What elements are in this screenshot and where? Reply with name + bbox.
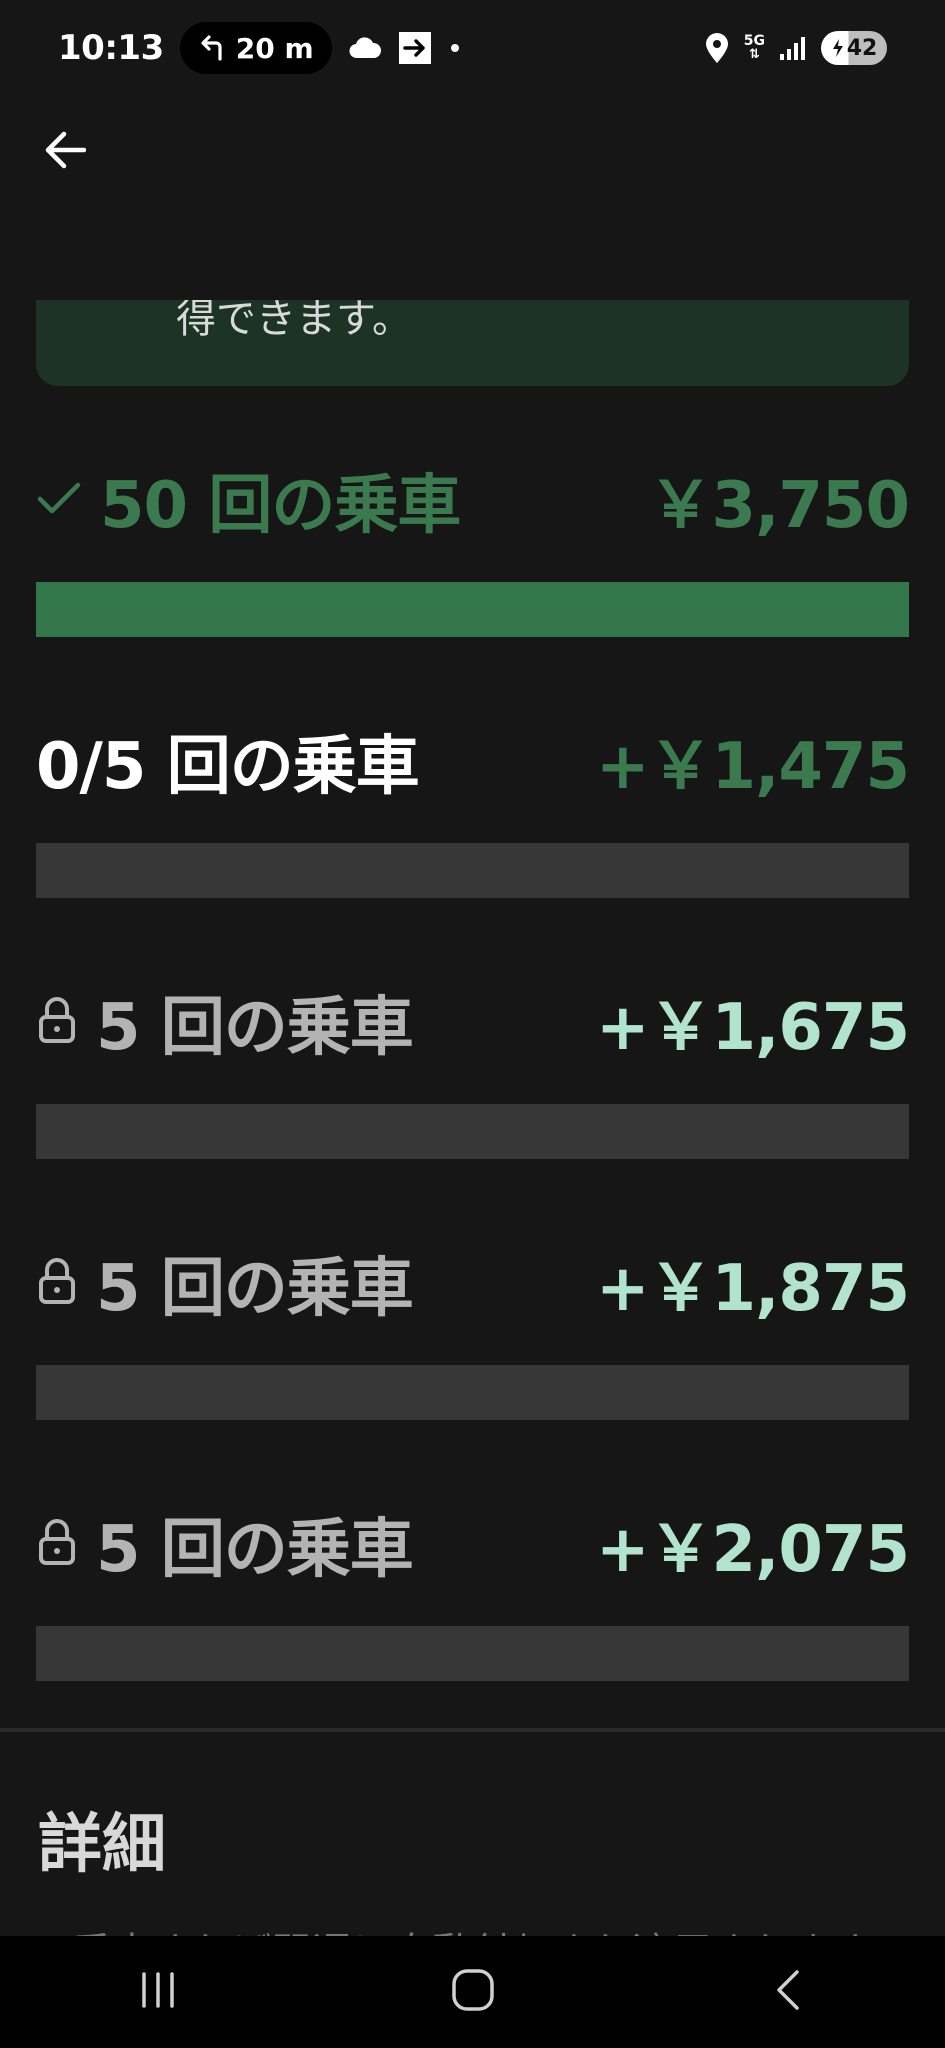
recent-apps-icon [138,1972,178,2012]
battery-level: 42 [846,35,878,61]
tier-row: 5 回の乗車 +￥1,675 [36,982,910,1065]
progress-bar [36,1626,909,1681]
tier-left: 5 回の乗車 [36,1237,414,1329]
navigation-distance: 20 m [235,31,314,65]
progress-bar [36,582,909,637]
tier-locked: 5 回の乗車 +￥2,075 [36,1504,910,1681]
tier-locked: 5 回の乗車 +￥1,675 [36,982,910,1159]
details-text: 乗車すれば翌週に自動付与され適用されます [72,1920,872,1936]
tier-left: 50 回の乗車 [36,454,461,546]
status-time: 10:13 [58,28,164,68]
tier-amount: +￥1,675 [595,991,910,1065]
tiers-scroll-area[interactable]: 得できます。 50 回の乗車 ￥3,750 0/5 回の乗車 +￥1,475 5… [0,300,945,1936]
back-icon [773,1969,803,2015]
tier-label: 5 回の乗車 [96,1252,414,1326]
tier-amount: ￥3,750 [648,469,910,543]
tier-label: 50 回の乗車 [100,469,461,543]
tier-row: 5 回の乗車 +￥2,075 [36,1504,910,1587]
network-type: 5G [743,33,765,49]
system-navigation-bar [0,1936,945,2048]
location-icon [704,32,730,64]
tier-amount: +￥2,075 [595,1513,910,1587]
cast-icon [398,31,432,65]
cloud-icon [348,36,382,60]
tier-left: 0/5 回の乗車 [36,715,420,807]
tier-label: 0/5 回の乗車 [36,730,420,804]
tier-active: 0/5 回の乗車 +￥1,475 [36,721,910,898]
details-title: 詳細 [38,1808,166,1882]
progress-bar [36,843,909,898]
tier-amount: +￥1,475 [595,730,910,804]
info-card: 得できます。 [36,300,909,386]
progress-bar [36,1104,909,1159]
system-back-button[interactable] [728,1952,848,2032]
tier-row: 0/5 回の乗車 +￥1,475 [36,721,910,804]
arrow-left-icon [44,131,87,173]
tier-label: 5 回の乗車 [96,1513,414,1587]
progress-bar-fill [36,582,909,637]
tier-row: 5 回の乗車 +￥1,875 [36,1243,910,1326]
tier-left: 5 回の乗車 [36,976,414,1068]
battery-charging-icon: 42 [821,31,887,65]
tier-amount: +￥1,875 [595,1252,910,1326]
tier-left: 5 回の乗車 [36,1498,414,1590]
network-5g-icon: 5G ⇅ [743,33,765,62]
section-divider [0,1728,945,1732]
info-card-text: 得できます。 [176,300,412,342]
recent-apps-button[interactable] [98,1952,218,2032]
lock-icon [36,995,78,1049]
turn-left-icon [198,33,228,63]
tier-label: 5 回の乗車 [96,991,414,1065]
tier-row: 50 回の乗車 ￥3,750 [36,460,910,543]
tier-locked: 5 回の乗車 +￥1,875 [36,1243,910,1420]
progress-bar [36,1365,909,1420]
back-button[interactable] [40,127,90,177]
status-right: 5G ⇅ 42 [704,31,887,65]
signal-icon [779,35,807,61]
status-bar: 10:13 20 m 5G ⇅ 42 [0,0,945,96]
status-left: 10:13 20 m [58,22,462,74]
check-icon [36,478,82,522]
navigation-pill[interactable]: 20 m [179,22,332,74]
tier-completed: 50 回の乗車 ￥3,750 [36,460,910,637]
lock-icon [36,1256,78,1310]
dot-icon [448,41,462,55]
home-button[interactable] [413,1952,533,2032]
home-icon [451,1968,495,2016]
lock-icon [36,1517,78,1571]
